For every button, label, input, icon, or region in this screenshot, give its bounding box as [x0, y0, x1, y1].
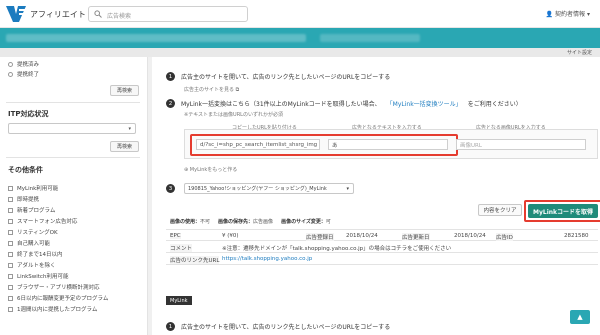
logo-icon: [6, 6, 26, 22]
checkbox-icon: [8, 218, 13, 224]
check-self-purchase[interactable]: 自己購入可能: [8, 239, 50, 247]
itp-select[interactable]: ▾: [8, 123, 136, 134]
checkbox-icon: [8, 251, 13, 257]
check-instant[interactable]: 即時提携: [8, 195, 39, 203]
user-label: 契約者情報: [555, 11, 586, 18]
checkbox-icon: [8, 284, 13, 290]
checkbox-icon: [8, 295, 13, 301]
radio-icon: [8, 71, 13, 77]
site-setting-link[interactable]: サイト設定: [567, 49, 592, 56]
chevron-down-icon: ▾: [128, 126, 131, 132]
check-recent-partner[interactable]: 1週間以内に提携したプログラム: [8, 305, 97, 313]
check-cross-measure[interactable]: ブラウザー・アプリ横断計測対応: [8, 283, 100, 291]
check-ending-soon[interactable]: 終了まで14日以内: [8, 250, 63, 258]
check-exclude-adult[interactable]: アダルトを除く: [8, 261, 56, 269]
sub-bar: サイト設定: [0, 48, 600, 57]
chevron-down-icon: ▾: [346, 186, 349, 192]
mylink-tag: MyLink: [166, 296, 192, 305]
info-row: 広告のリンク先URL https://talk.shopping.yahoo.c…: [166, 253, 598, 265]
step-3: 3: [166, 184, 175, 193]
checkbox-icon: [8, 229, 13, 235]
external-link-icon: ⧉: [235, 87, 240, 93]
research-button-1[interactable]: 再検索: [110, 85, 140, 96]
open-advertiser-site-link[interactable]: 広告主のサイトを見る ⧉: [184, 86, 239, 93]
blurred-nav: [320, 34, 420, 42]
check-reward-change[interactable]: 6日以内に報酬変更予定のプログラム: [8, 294, 108, 302]
user-icon: 👤: [545, 11, 554, 18]
check-new[interactable]: 新着プログラム: [8, 206, 55, 214]
check-linkswitch[interactable]: LinkSwitch利用可能: [8, 272, 68, 280]
checkbox-icon: [8, 240, 13, 246]
step-number: 2: [166, 99, 175, 108]
chevron-up-icon: ▲: [577, 313, 583, 321]
step2-note: ※テキストまたは画像URLのいずれかが必須: [184, 112, 283, 118]
search-input[interactable]: 広告検索: [88, 6, 248, 22]
scroll-top-button[interactable]: ▲: [570, 310, 590, 324]
more-mylink-link[interactable]: ⊕ MyLinkをもっと作る: [184, 166, 237, 173]
check-smartphone[interactable]: スマートフォン広告対応: [8, 217, 77, 225]
check-mylink[interactable]: MyLink利用可能: [8, 184, 58, 192]
top-bar: アフィリエイト 広告検索 👤 契約者情報 ▾: [0, 0, 600, 28]
clear-button[interactable]: 内容をクリア: [478, 204, 522, 216]
checkbox-icon: [8, 185, 13, 191]
divider: [6, 102, 140, 103]
ad-info-table: EPC ¥ (¥0) 広告登録日 2018/10/24 広告更新日 2018/1…: [166, 229, 598, 265]
check-listing[interactable]: リスティングOK: [8, 228, 58, 236]
sidebar: 提携済み 提携終了 再検索 ITP対応状況 ▾ 再検索 その他条件 MyLink…: [0, 57, 148, 335]
site-dropdown[interactable]: 190815_Yahoo!ショッピング(ヤフー ショッピング)_MyLink ▾: [184, 183, 354, 194]
search-placeholder: 広告検索: [107, 13, 132, 20]
checkbox-icon: [8, 196, 13, 202]
info-row: EPC ¥ (¥0) 広告登録日 2018/10/24 広告更新日 2018/1…: [166, 229, 598, 241]
url-input[interactable]: d/?sc_i=shp_pc_search_itemlist_shsrg_img: [196, 139, 320, 150]
checkbox-icon: [8, 273, 13, 279]
checkbox-icon: [8, 207, 13, 213]
user-menu[interactable]: 👤 契約者情報 ▾: [546, 9, 590, 18]
step-2: 2 MyLink一括変換はこちら（31件以上のMyLinkコードを取得したい場合…: [166, 99, 522, 108]
image-url-input[interactable]: 画像URL: [456, 139, 586, 150]
get-mylink-button[interactable]: MyLinkコードを取得: [528, 204, 598, 218]
step-number: 1: [166, 322, 175, 331]
step-number: 1: [166, 72, 175, 81]
checkbox-icon: [8, 262, 13, 268]
ad-link-url[interactable]: https://talk.shopping.yahoo.co.jp: [222, 256, 312, 262]
chevron-down-icon: ▾: [586, 11, 590, 18]
step-1: 1 広告主のサイトを開いて、広告のリンク先としたいページのURLをコピーする: [166, 72, 390, 81]
text-input[interactable]: あ: [328, 139, 448, 150]
info-row: コメント ※注意：遷移先ドメインが「talk.shopping.yahoo.co…: [166, 241, 598, 253]
divider: [6, 157, 140, 158]
bulk-convert-link[interactable]: 「MyLink一括変換ツール」: [387, 99, 462, 108]
radio-icon: [8, 61, 13, 67]
plus-icon: ⊕: [184, 167, 189, 173]
image-meta: 画像の使用：不可 画像の保存先：広告画像 画像のサイズ変更：可: [170, 219, 331, 225]
other-conditions-title: その他条件: [8, 166, 43, 174]
step-1-repeat: 1 広告主のサイトを開いて、広告のリンク先としたいページのURLをコピーする: [166, 322, 390, 331]
checkbox-icon: [8, 306, 13, 312]
search-icon: [94, 10, 102, 18]
blurred-breadcrumb: [6, 34, 306, 42]
radio-ended[interactable]: 提携終了: [8, 70, 39, 78]
itp-title: ITP対応状況: [8, 110, 49, 118]
research-button-2[interactable]: 再検索: [110, 141, 140, 152]
step-number: 3: [166, 184, 175, 193]
radio-partnered[interactable]: 提携済み: [8, 60, 39, 68]
brand-name: アフィリエイト: [30, 10, 86, 19]
